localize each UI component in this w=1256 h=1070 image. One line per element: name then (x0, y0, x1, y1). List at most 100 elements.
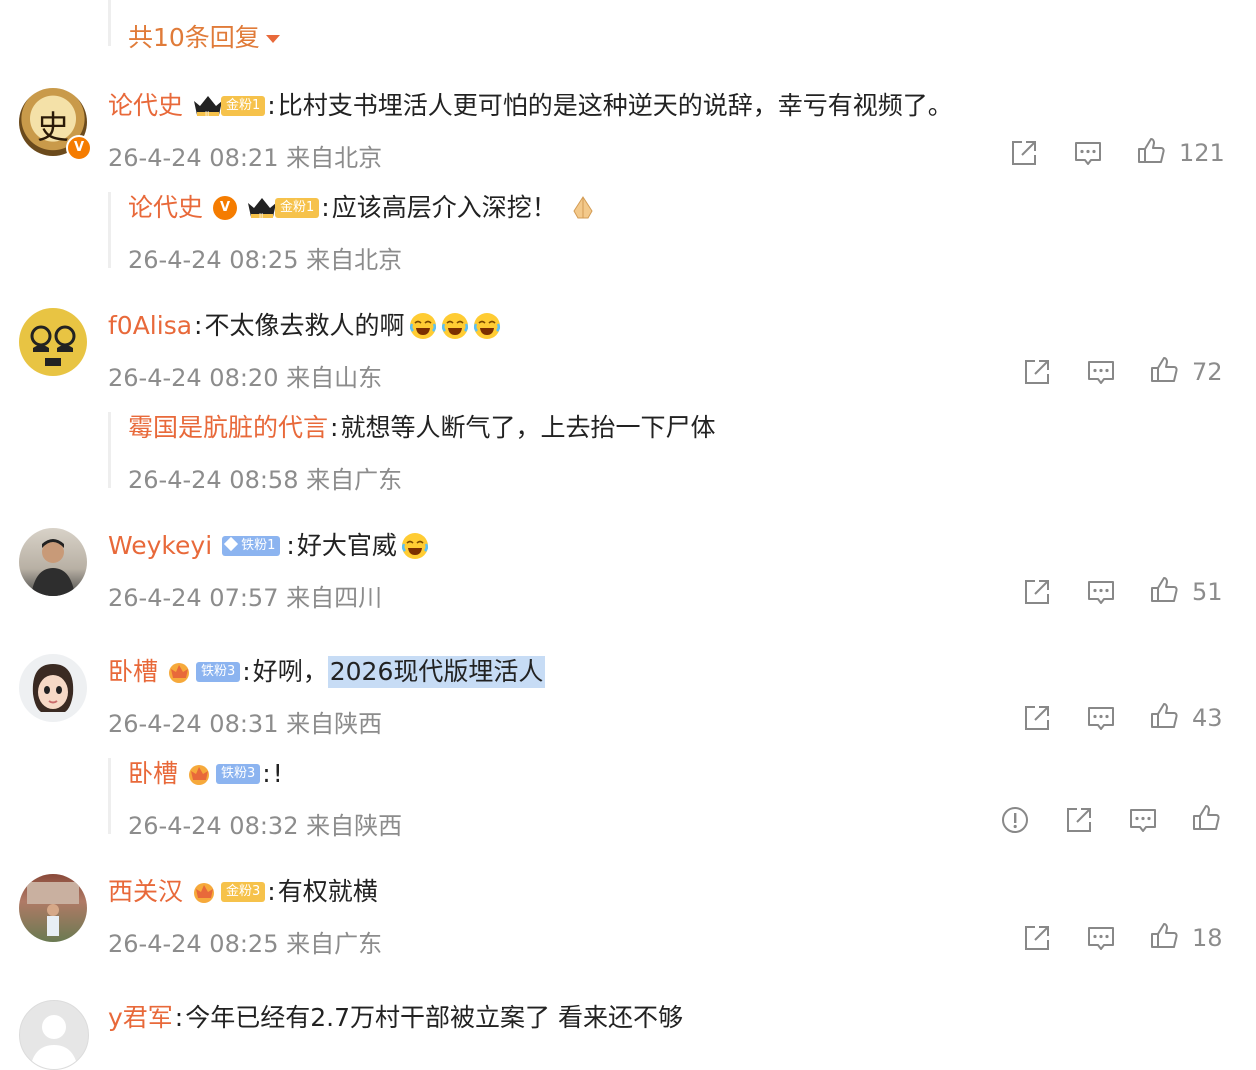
verified-icon: V (213, 196, 238, 220)
like-count: 121 (1179, 139, 1225, 167)
share-icon[interactable] (1021, 576, 1053, 608)
fan-badge[interactable]: 铁粉3 (166, 659, 241, 685)
default-avatar-icon (30, 1015, 78, 1069)
username[interactable]: 西关汉 (108, 876, 183, 908)
share-icon[interactable] (1021, 356, 1053, 388)
avatar[interactable] (19, 308, 87, 376)
comment-icon[interactable] (1085, 356, 1117, 388)
username[interactable]: Weykeyi (108, 530, 212, 562)
crown-icon (186, 761, 220, 787)
like-icon[interactable] (1148, 700, 1180, 732)
share-icon[interactable] (1021, 922, 1053, 954)
reply-meta: 26-4-24 08:58 来自广东 (128, 466, 403, 494)
username[interactable]: f0Alisa (108, 310, 192, 342)
reply-row: 论代史 V 金粉1 : 应该高层介入深挖！ (128, 192, 599, 224)
avatar[interactable] (19, 654, 87, 722)
crown-icon (166, 659, 200, 685)
thread-line (108, 758, 111, 834)
reply-meta: 26-4-24 08:32 来自陕西 (128, 812, 403, 840)
comment-meta: 26-4-24 08:25 来自广东 (108, 930, 383, 958)
like-icon[interactable] (1135, 135, 1167, 167)
share-icon[interactable] (1021, 702, 1053, 734)
comment-text: 今年已经有2.7万村干部被立案了 看来还不够 (185, 1003, 683, 1032)
like-count: 51 (1192, 578, 1223, 606)
view-replies-label: 共10条回复 (128, 23, 260, 52)
report-icon[interactable] (999, 804, 1031, 836)
crying-laughing-emoji (441, 312, 469, 340)
comment-text: 有权就横 (277, 877, 378, 906)
comment-meta: 26-4-24 07:57 来自四川 (108, 584, 383, 612)
comment-icon[interactable] (1085, 922, 1117, 954)
comment-row: 卧槽 铁粉3 : 好咧， 2026现代版埋活人 (108, 656, 546, 688)
fan-badge-label: 铁粉3 (216, 764, 261, 784)
avatar-person-icon (31, 539, 75, 596)
fan-badge-label: 铁粉3 (196, 662, 241, 682)
fan-badge[interactable]: 铁粉3 (186, 761, 261, 787)
fan-badge[interactable]: 金粉3 (191, 879, 266, 905)
fan-badge-label: 铁粉1 (222, 536, 281, 556)
like-icon[interactable] (1148, 920, 1180, 952)
share-icon[interactable] (1008, 137, 1040, 169)
fan-badge-label: 金粉1 (221, 96, 266, 116)
crying-laughing-emoji (409, 312, 437, 340)
share-icon[interactable] (1063, 804, 1095, 836)
comment-text: 好咧， (252, 657, 328, 686)
comment-row: 论代史 金粉1 : 比村支书埋活人更可怕的是这种逆天的说辞，幸亏有视频了。 (108, 90, 953, 122)
reply-meta: 26-4-24 08:25 来自北京 (128, 246, 403, 274)
username[interactable]: 霉国是肮脏的代言 (128, 412, 328, 444)
fan-badge-label: 金粉1 (275, 198, 320, 218)
avatar[interactable] (19, 528, 87, 596)
like-count: 18 (1192, 924, 1223, 952)
like-icon[interactable] (1148, 574, 1180, 606)
comment-icon[interactable] (1072, 137, 1104, 169)
folded-hands-emoji (573, 196, 593, 219)
diamond-icon (224, 536, 239, 552)
crown-icon (191, 93, 225, 119)
crown-icon (191, 879, 225, 905)
comment-row: Weykeyi 铁粉1 : 好大官威 (108, 530, 429, 562)
fan-badge[interactable]: 铁粉1 (222, 535, 281, 557)
comment-text: 好大官威 (296, 531, 397, 560)
comment-meta: 26-4-24 08:31 来自陕西 (108, 710, 383, 738)
fan-badge[interactable]: 金粉1 (191, 93, 266, 119)
comment-text: 比村支书埋活人更可怕的是这种逆天的说辞，幸亏有视频了。 (277, 91, 953, 120)
thread-line (108, 0, 111, 46)
thread-line (108, 412, 111, 488)
reply-text: 应该高层介入深挖！ (331, 193, 557, 222)
username[interactable]: 卧槽 (108, 656, 158, 688)
fan-badge[interactable]: 金粉1 (245, 195, 320, 221)
comment-icon[interactable] (1085, 702, 1117, 734)
view-replies-link[interactable]: 共10条回复 (128, 18, 280, 54)
username[interactable]: 卧槽 (128, 758, 178, 790)
comment-meta: 26-4-24 08:20 来自山东 (108, 364, 383, 392)
comment-text: 不太像去救人的啊 (204, 311, 405, 340)
comment-icon[interactable] (1085, 576, 1117, 608)
avatar-face-icon (30, 325, 76, 366)
fan-badge-label: 金粉3 (221, 882, 266, 902)
avatar[interactable] (19, 1000, 89, 1070)
avatar-cartoon-icon (32, 664, 74, 712)
username[interactable]: 论代史 (108, 90, 183, 122)
comment-icon[interactable] (1127, 804, 1159, 836)
avatar[interactable] (19, 874, 87, 942)
like-icon[interactable] (1148, 354, 1180, 386)
username[interactable]: y君军 (108, 1002, 173, 1034)
verified-icon: V (66, 135, 92, 161)
reply-text: 就想等人断气了，上去抬一下尸体 (340, 413, 716, 442)
comment-row: 西关汉 金粉3 : 有权就横 (108, 876, 378, 908)
like-icon[interactable] (1190, 802, 1222, 834)
reply-row: 霉国是肮脏的代言 : 就想等人断气了，上去抬一下尸体 (128, 412, 716, 444)
comment-row: f0Alisa : 不太像去救人的啊 (108, 310, 501, 342)
username[interactable]: 论代史 (128, 192, 203, 224)
reply-text: ! (272, 759, 283, 788)
crown-icon (245, 195, 279, 221)
highlighted-text: 2026现代版埋活人 (327, 656, 546, 688)
avatar-person-icon (27, 882, 79, 936)
like-count: 72 (1192, 358, 1223, 386)
like-count: 43 (1192, 704, 1223, 732)
comment-meta: 26-4-24 08:21 来自北京 (108, 144, 383, 172)
crying-laughing-emoji (401, 532, 429, 560)
reply-row: 卧槽 铁粉3 : ! (128, 758, 283, 790)
caret-down-icon (265, 35, 280, 43)
comment-row: y君军 : 今年已经有2.7万村干部被立案了 看来还不够 (108, 1002, 683, 1034)
